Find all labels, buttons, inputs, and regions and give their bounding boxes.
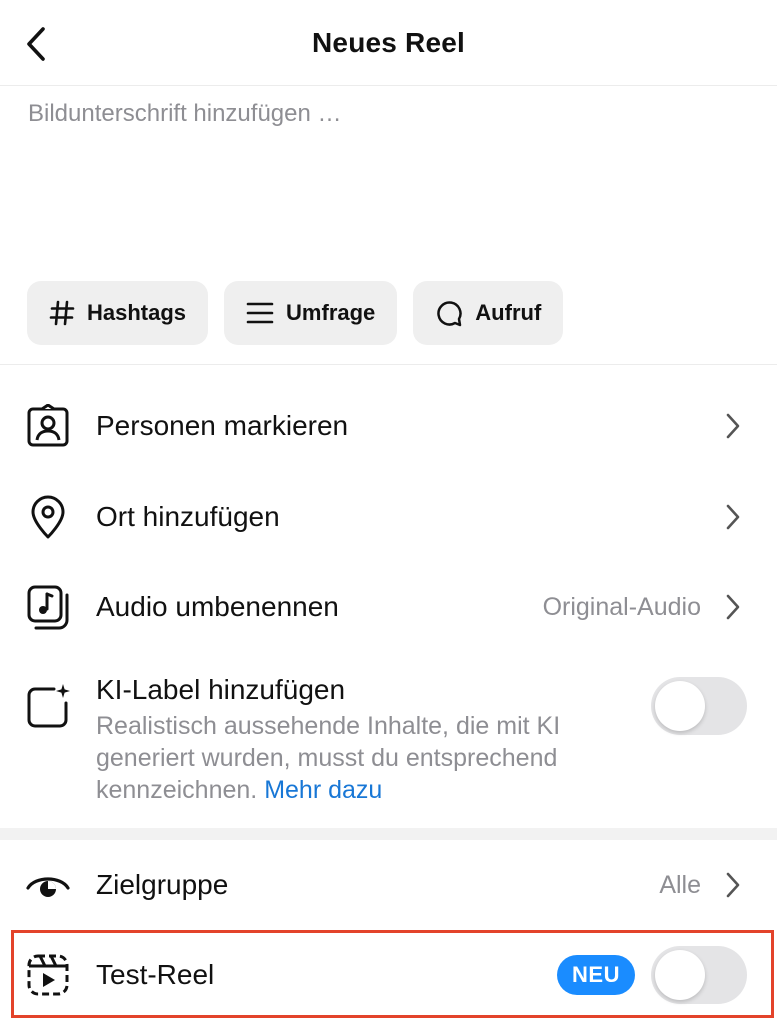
hashtags-label: Hashtags [87,300,187,325]
ai-label-toggle[interactable] [651,677,747,735]
chevron-right-icon [723,411,743,441]
poll-label: Umfrage [286,300,376,325]
audience-value: Alle [659,871,701,899]
chevron-right-icon [723,502,743,532]
section-divider [0,828,777,840]
person-tag-icon [24,402,72,450]
test-reel-label: Test-Reel [96,959,215,990]
tag-people-label: Personen markieren [96,410,349,441]
ai-label-description: Realistisch aussehende Inhalte, die mit … [96,710,636,806]
chevron-right-icon [723,870,743,900]
test-reel-toggle[interactable] [651,946,747,1004]
call-to-action-button[interactable]: Aufruf [413,281,564,345]
poll-button[interactable]: Umfrage [224,281,398,345]
speech-bubble-icon [437,301,463,327]
audio-label: Audio umbenennen [96,591,339,622]
caption-tools: Hashtags Umfrage Aufruf [27,281,564,345]
location-label: Ort hinzufügen [96,501,280,532]
divider [0,364,777,365]
tag-people-row[interactable]: Personen markieren [0,396,777,456]
caption-input[interactable] [28,100,748,260]
header: Neues Reel [0,0,777,86]
location-pin-icon [24,493,72,541]
audio-value: Original-Audio [542,593,701,621]
chevron-right-icon [723,592,743,622]
learn-more-link[interactable]: Mehr dazu [264,776,382,804]
call-to-action-label: Aufruf [475,300,542,325]
audience-label: Zielgruppe [96,869,229,900]
audio-row[interactable]: Audio umbenennen Original-Audio [0,577,777,637]
ai-label-title: KI-Label hinzufügen [96,674,346,705]
eye-icon [24,861,72,909]
list-icon [246,302,274,324]
hashtags-button[interactable]: Hashtags [27,281,209,345]
toggle-knob [655,681,705,731]
audience-row[interactable]: Zielgruppe Alle [0,855,777,915]
sparkle-square-icon [24,682,72,730]
reel-icon [24,951,72,999]
music-note-icon [24,583,72,631]
toggle-knob [655,950,705,1000]
new-badge: NEU [557,955,635,995]
hashtag-icon [49,300,75,326]
page-title: Neues Reel [312,27,465,58]
location-row[interactable]: Ort hinzufügen [0,487,777,547]
